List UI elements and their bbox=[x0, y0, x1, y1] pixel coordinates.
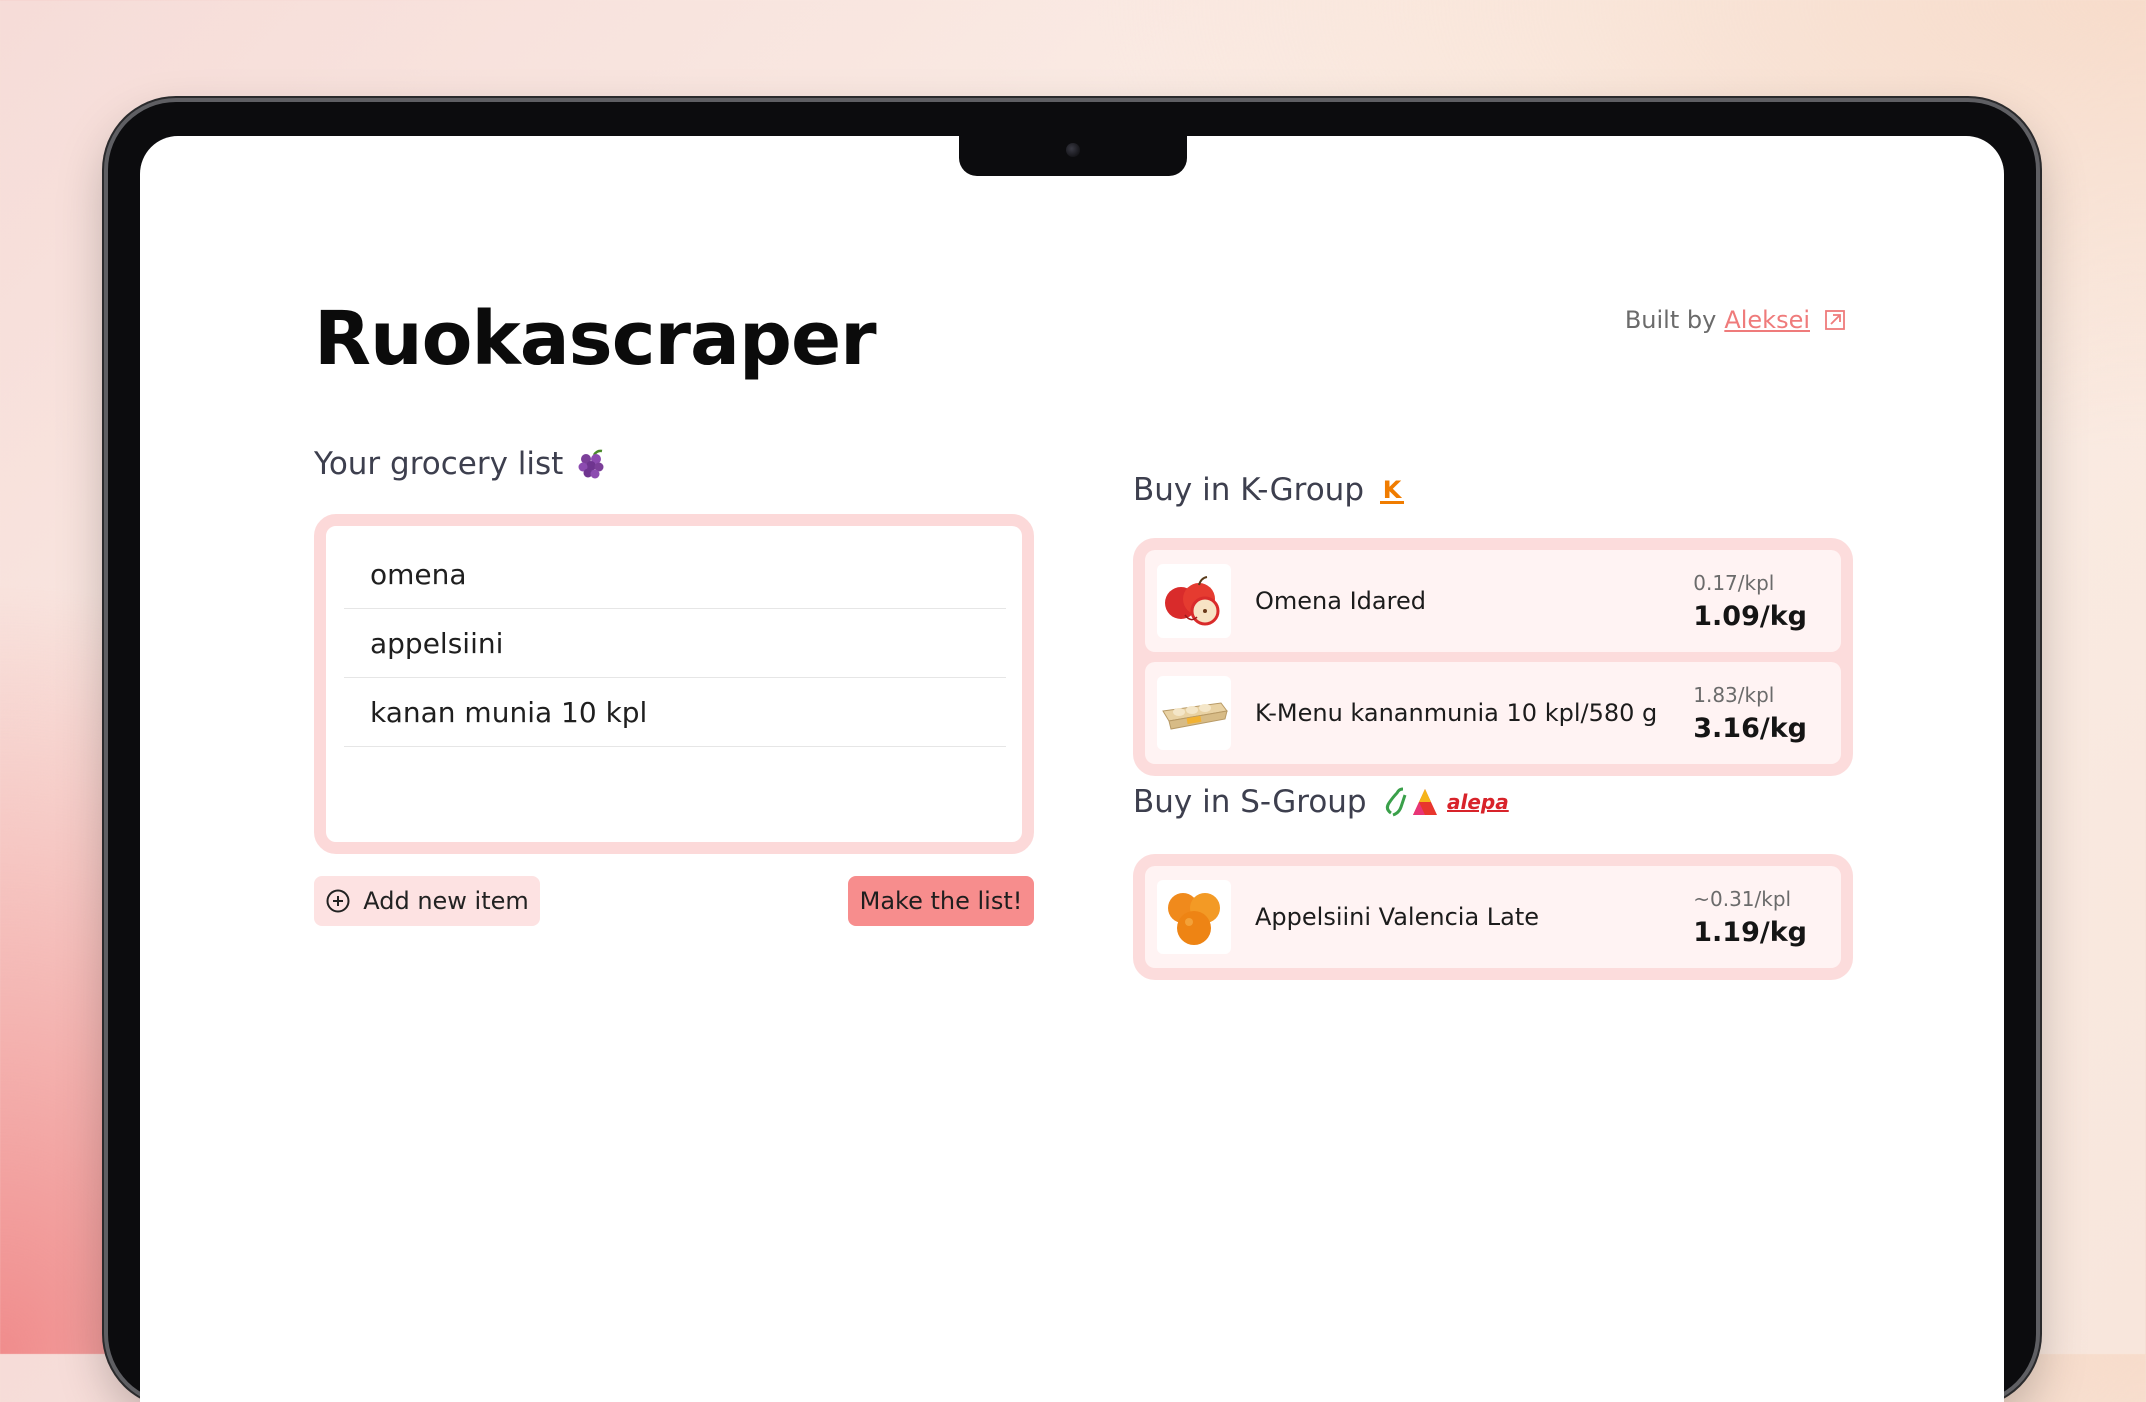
grocery-item-input[interactable]: kanan munia 10 kpl bbox=[344, 678, 1006, 747]
product-card[interactable]: Appelsiini Valencia Late ~0.31/kpl 1.19/… bbox=[1145, 866, 1841, 968]
grapes-icon bbox=[578, 449, 604, 479]
product-card[interactable]: Omena Idared 0.17/kpl 1.09/kg bbox=[1145, 550, 1841, 652]
grocery-list-title: Your grocery list bbox=[314, 446, 607, 482]
add-item-label: Add new item bbox=[363, 887, 529, 915]
s-group-logo: alepa bbox=[1385, 787, 1509, 817]
orange-icon bbox=[1168, 893, 1220, 945]
egg-carton-icon bbox=[1162, 702, 1228, 730]
s-group-title-text: Buy in S-Group bbox=[1133, 784, 1367, 820]
product-prices: ~0.31/kpl 1.19/kg bbox=[1693, 866, 1807, 968]
product-card[interactable]: K-Menu kananmunia 10 kpl/580 g 1.83/kpl … bbox=[1145, 662, 1841, 764]
author-link[interactable]: Aleksei bbox=[1724, 306, 1810, 334]
credit-prefix: Built by bbox=[1624, 306, 1717, 334]
credit: Built by Aleksei bbox=[1625, 306, 1846, 334]
s-group-results: Appelsiini Valencia Late ~0.31/kpl 1.19/… bbox=[1133, 854, 1853, 980]
k-group-title: Buy in K-Group K bbox=[1133, 472, 1406, 508]
unit-price: 1.83/kpl bbox=[1693, 682, 1775, 707]
unit-price: 0.17/kpl bbox=[1693, 570, 1775, 595]
svg-text:K: K bbox=[1383, 476, 1403, 504]
product-name: Omena Idared bbox=[1255, 587, 1426, 615]
price-per-kg: 1.09/kg bbox=[1693, 600, 1807, 632]
add-item-button[interactable]: Add new item bbox=[314, 876, 540, 926]
camera-notch bbox=[959, 136, 1187, 176]
app-page: Ruokascraper Built by Aleksei Your groce… bbox=[140, 136, 2004, 1402]
laptop-frame: Ruokascraper Built by Aleksei Your groce… bbox=[108, 102, 2036, 1402]
unit-price: ~0.31/kpl bbox=[1693, 886, 1792, 911]
price-per-kg: 3.16/kg bbox=[1693, 712, 1807, 744]
s-group-title: Buy in S-Group alepa bbox=[1133, 784, 1511, 820]
app-title: Ruokascraper bbox=[314, 296, 877, 382]
grocery-list-title-text: Your grocery list bbox=[314, 446, 564, 482]
laptop-screen: Ruokascraper Built by Aleksei Your groce… bbox=[140, 136, 2004, 1402]
grocery-item-input[interactable]: appelsiini bbox=[344, 609, 1006, 678]
product-name: K-Menu kananmunia 10 kpl/580 g bbox=[1255, 699, 1658, 727]
svg-text:alepa: alepa bbox=[1447, 790, 1509, 814]
k-group-title-text: Buy in K-Group bbox=[1133, 472, 1365, 508]
grocery-item-input[interactable]: omena bbox=[344, 540, 1006, 609]
make-list-button[interactable]: Make the list! bbox=[848, 876, 1034, 926]
price-per-kg: 1.19/kg bbox=[1693, 916, 1807, 948]
k-group-results: Omena Idared 0.17/kpl 1.09/kg K-Menu kan… bbox=[1133, 538, 1853, 776]
apple-icon bbox=[1165, 576, 1220, 626]
plus-circle-icon bbox=[326, 889, 350, 913]
product-prices: 1.83/kpl 3.16/kg bbox=[1693, 662, 1807, 764]
product-name: Appelsiini Valencia Late bbox=[1255, 903, 1540, 931]
grocery-list: omena appelsiini kanan munia 10 kpl bbox=[314, 514, 1034, 854]
product-thumbnail bbox=[1157, 564, 1231, 638]
k-group-logo: K bbox=[1380, 476, 1405, 504]
camera-icon bbox=[1066, 143, 1080, 157]
external-link-icon[interactable] bbox=[1824, 309, 1846, 331]
product-prices: 0.17/kpl 1.09/kg bbox=[1693, 550, 1807, 652]
product-thumbnail bbox=[1157, 676, 1231, 750]
product-thumbnail bbox=[1157, 880, 1231, 954]
